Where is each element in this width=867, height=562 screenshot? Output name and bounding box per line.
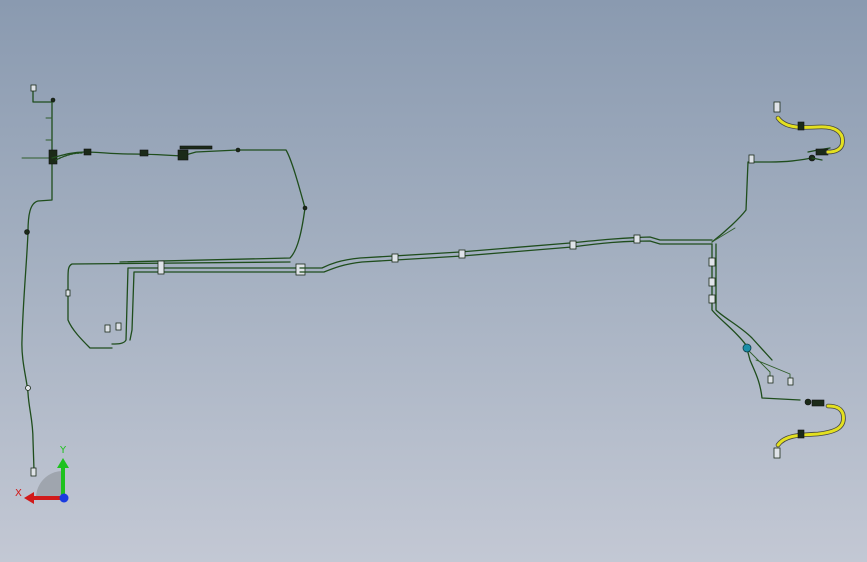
- y-axis-label: Y: [59, 445, 67, 456]
- rear-lower-branch: [708, 243, 825, 407]
- rear-upper-branch: [711, 147, 831, 243]
- clip-main-2: [458, 249, 466, 259]
- fitting-loop-1: [104, 324, 111, 333]
- fitting-rear-lower-2: [787, 377, 794, 386]
- clip-loop-2: [65, 289, 71, 297]
- hose-end-upper: [773, 101, 781, 113]
- clip-rear-2: [708, 277, 716, 287]
- bracket-upper-1: [177, 149, 189, 161]
- hose-clip-upper: [797, 121, 805, 131]
- clip-main-4: [633, 234, 641, 244]
- fitting-loop-2: [115, 322, 122, 331]
- clip-loop-3: [295, 263, 306, 276]
- clip-main-1: [391, 253, 399, 263]
- proportioning-valve: [742, 343, 752, 353]
- upper-front-line: [51, 145, 308, 263]
- fitting-bottom-left: [30, 467, 37, 477]
- bracket-plate: [179, 145, 213, 150]
- clip-rear-3: [708, 294, 716, 304]
- lower-hose: [773, 403, 846, 459]
- clip-left-3: [25, 385, 31, 391]
- hose-end-lower: [773, 447, 781, 459]
- left-vertical-line: [21, 84, 58, 477]
- clip-rear-1: [708, 257, 716, 267]
- clip-main-3: [569, 240, 577, 250]
- clip-loop-1: [157, 260, 165, 275]
- clip-left-1: [50, 97, 56, 103]
- triad-plane: [36, 471, 63, 498]
- fitting-rear-upper: [748, 154, 755, 164]
- clip-upper-4: [302, 205, 308, 211]
- main-bundle: [299, 234, 713, 273]
- cad-viewport[interactable]: Y X: [0, 0, 867, 562]
- brake-line-assembly[interactable]: Y X: [0, 0, 867, 562]
- z-axis-dot: [59, 493, 69, 503]
- hose-clip-lower: [797, 429, 805, 439]
- clip-upper-3: [235, 147, 241, 153]
- upper-hose: [773, 101, 845, 155]
- clip-left-2: [24, 229, 30, 235]
- caliper-connector-lower: [811, 399, 825, 407]
- hose-fitting-lower: [804, 398, 812, 406]
- y-axis-head: [57, 458, 69, 468]
- fitting-rear-lower-1: [767, 375, 774, 384]
- x-axis-head: [24, 492, 34, 504]
- x-axis-label: X: [15, 488, 22, 499]
- fitting-top-left: [30, 84, 37, 92]
- clip-upper-2: [83, 148, 92, 156]
- coordinate-triad[interactable]: Y X: [15, 445, 69, 504]
- left-loop-lines: [65, 260, 306, 349]
- clip-upper-1: [139, 149, 149, 157]
